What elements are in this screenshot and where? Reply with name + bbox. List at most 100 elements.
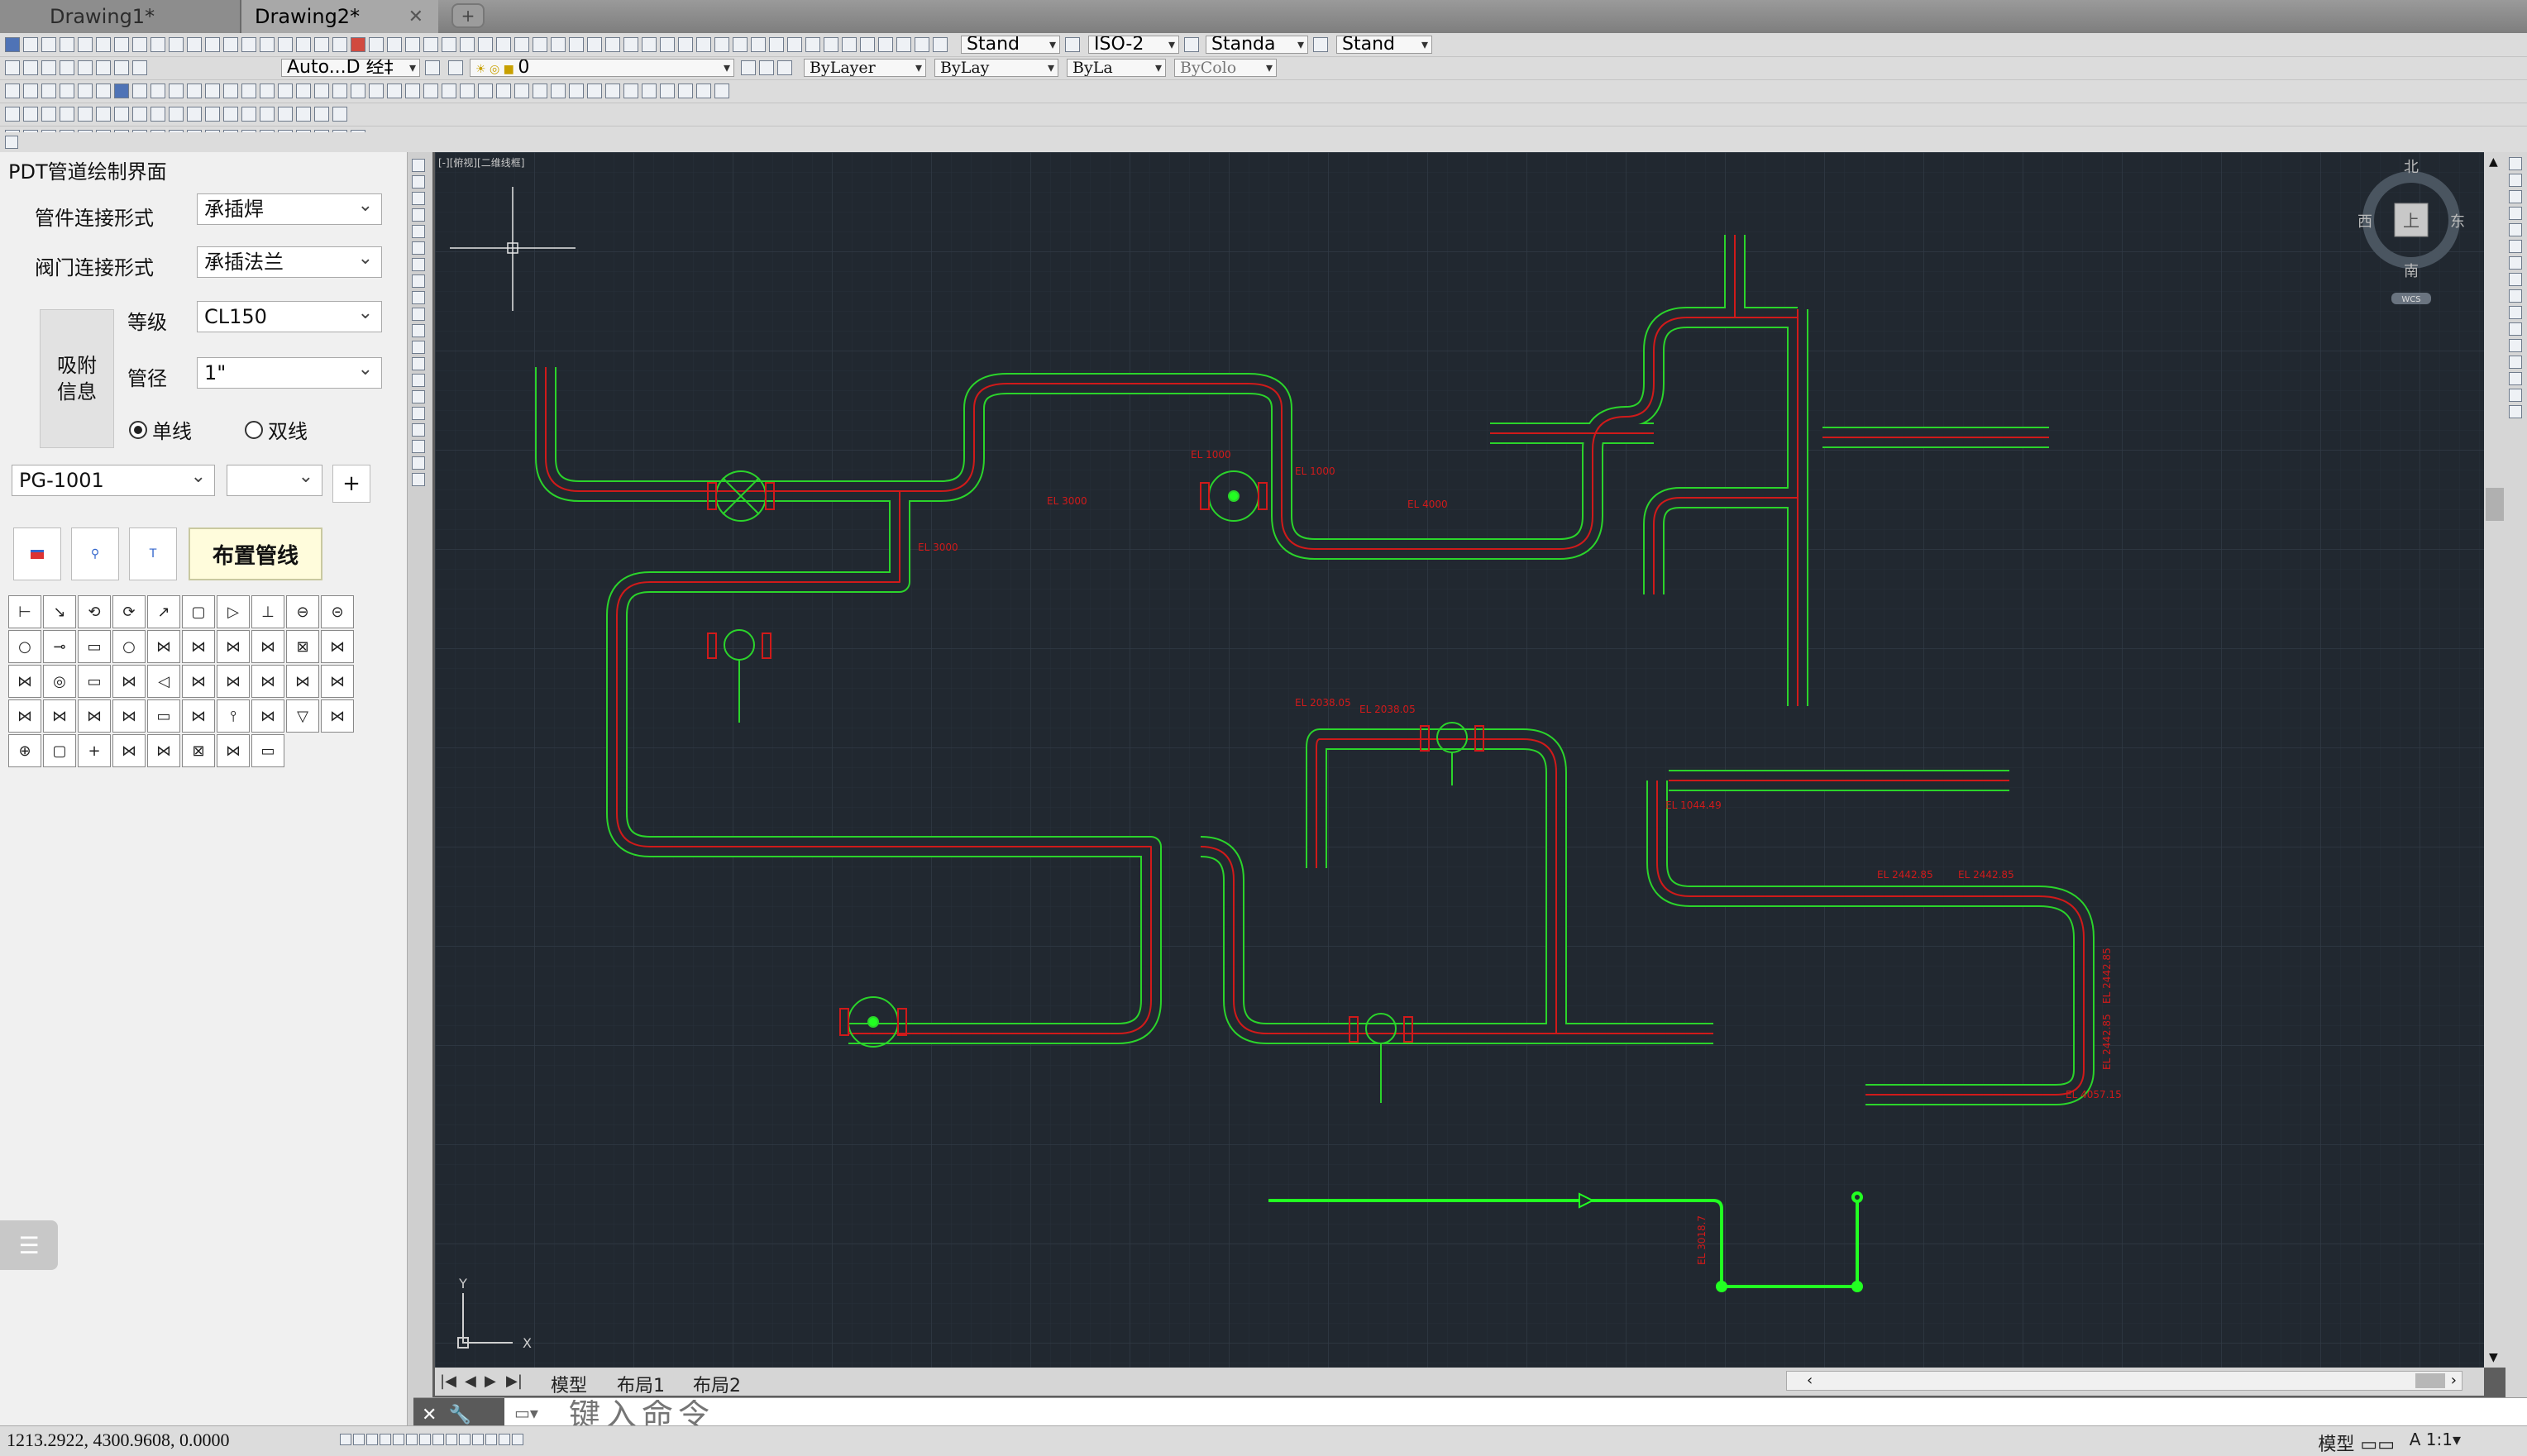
dim-icon[interactable] [23,107,38,122]
drawing-canvas[interactable]: EL 3000 EL 3000 EL 1000 EL 1000 EL 4000 … [435,152,2484,1368]
tool-icon[interactable] [5,84,20,98]
pipe-symbol-button[interactable]: ⋈ [8,665,41,698]
tpy-icon[interactable] [472,1434,484,1445]
cloud-icon[interactable] [733,37,748,52]
dim-icon[interactable] [169,107,184,122]
redo-icon[interactable] [205,37,220,52]
tool-icon[interactable] [332,84,347,98]
copy-icon[interactable] [132,37,147,52]
sc-icon[interactable] [499,1434,510,1445]
dim-icon[interactable] [132,107,147,122]
properties-icon[interactable] [296,37,311,52]
menu-icon[interactable]: ☰ [0,1220,58,1270]
close-icon[interactable]: ✕ [408,7,423,27]
attach-info-button[interactable]: 吸附信息 [40,309,114,448]
markup-icon[interactable] [369,37,384,52]
trim-icon[interactable] [2509,306,2522,319]
layer-match-icon[interactable] [777,60,792,75]
join-icon[interactable] [2509,356,2522,369]
arc-icon[interactable] [412,241,425,255]
color-select[interactable]: ByLayer [804,59,926,77]
orbit-icon[interactable] [787,37,802,52]
revcloud-icon[interactable] [412,274,425,288]
tool-icon[interactable] [187,84,202,98]
pipe-symbol-button[interactable]: ▭ [251,734,284,767]
chamfer-icon[interactable] [2509,372,2522,385]
pipe-symbol-button[interactable]: ⋈ [182,630,215,663]
help-icon[interactable] [405,37,420,52]
tool-icon[interactable] [260,84,275,98]
scroll-right-icon[interactable]: › [2451,1372,2457,1389]
polyline-icon[interactable] [412,192,425,205]
layer-select[interactable]: ☀ ◎ ■ 0 [470,59,734,77]
make-current-icon[interactable] [741,60,756,75]
place-pipeline-button[interactable]: 布置管线 [189,528,322,580]
polar-icon[interactable] [380,1434,391,1445]
ws-icon-8[interactable] [132,60,147,75]
am-icon[interactable] [512,1434,523,1445]
new-file-icon[interactable] [5,37,20,52]
pipe-symbol-button[interactable]: ⋈ [112,665,146,698]
extend-icon[interactable] [2509,322,2522,336]
attribute-icon[interactable] [660,37,675,52]
model-space-toggle[interactable]: 模型 ▭▭ [2318,1430,2395,1456]
paste-icon[interactable] [150,37,165,52]
measure-icon[interactable] [478,37,493,52]
multileader-style-select[interactable]: Stand [1336,36,1432,54]
pipe-symbol-button[interactable]: ○ [112,630,146,663]
match-icon[interactable] [169,37,184,52]
text-tool-button[interactable]: T [129,528,177,580]
vertical-scroll-thumb[interactable] [2486,488,2504,521]
3dosnap-icon[interactable] [406,1434,418,1445]
3d-icon[interactable] [769,37,784,52]
walk-icon[interactable] [896,37,911,52]
draw-order-icon[interactable] [460,37,475,52]
material-icon[interactable] [860,37,875,52]
text-style-select[interactable]: Stand [961,36,1060,54]
dim-icon[interactable] [314,107,329,122]
dim-icon[interactable] [241,107,256,122]
tool-icon[interactable] [405,84,420,98]
wrench-icon[interactable]: 🔧 [448,1405,471,1425]
last-layout-icon[interactable]: ▶| [506,1372,523,1390]
fly-icon[interactable] [915,37,929,52]
ellipse-icon[interactable] [412,308,425,321]
ortho-icon[interactable] [366,1434,378,1445]
region-icon[interactable] [412,423,425,437]
divide-icon[interactable] [696,37,711,52]
tool-icon[interactable] [132,84,147,98]
tool-icon[interactable] [423,84,438,98]
explode-icon[interactable] [2509,405,2522,418]
pan-icon[interactable] [223,37,238,52]
break-icon[interactable] [2509,339,2522,352]
workspace-select[interactable]: Auto...D 经‡ [281,59,420,77]
table-style-icon[interactable] [1184,37,1199,52]
tool-icon[interactable] [696,84,711,98]
dim-icon[interactable] [278,107,293,122]
pipe-symbol-button[interactable]: ▷ [217,595,250,628]
tool-icon[interactable] [533,84,547,98]
tool-icon[interactable] [78,84,93,98]
pipe-symbol-button[interactable]: ⋈ [251,630,284,663]
dim-icon[interactable] [150,107,165,122]
dim-icon[interactable] [60,107,74,122]
dyn-icon[interactable] [446,1434,457,1445]
add-line-number-button[interactable]: + [332,465,370,503]
open-icon[interactable] [23,37,38,52]
zoom-window-icon[interactable] [260,37,275,52]
pipe-symbol-button[interactable]: ⊝ [321,595,354,628]
command-history-icon[interactable]: ▭▾ [514,1403,538,1423]
tool-icon[interactable] [369,84,384,98]
pipe-symbol-button[interactable]: ⋈ [286,665,319,698]
dim-icon[interactable] [96,107,111,122]
point-icon[interactable] [412,374,425,387]
pipe-symbol-button[interactable]: ⋈ [182,699,215,733]
dim-icon[interactable] [78,107,93,122]
ws-icon-3[interactable] [41,60,56,75]
stretch-icon[interactable] [2509,289,2522,303]
zoom-icon[interactable] [241,37,256,52]
pipe-symbol-button[interactable]: ⋈ [182,665,215,698]
tool-icon[interactable] [278,84,293,98]
linetype-select[interactable]: ByLay [934,59,1058,77]
tool-icon[interactable] [23,84,38,98]
